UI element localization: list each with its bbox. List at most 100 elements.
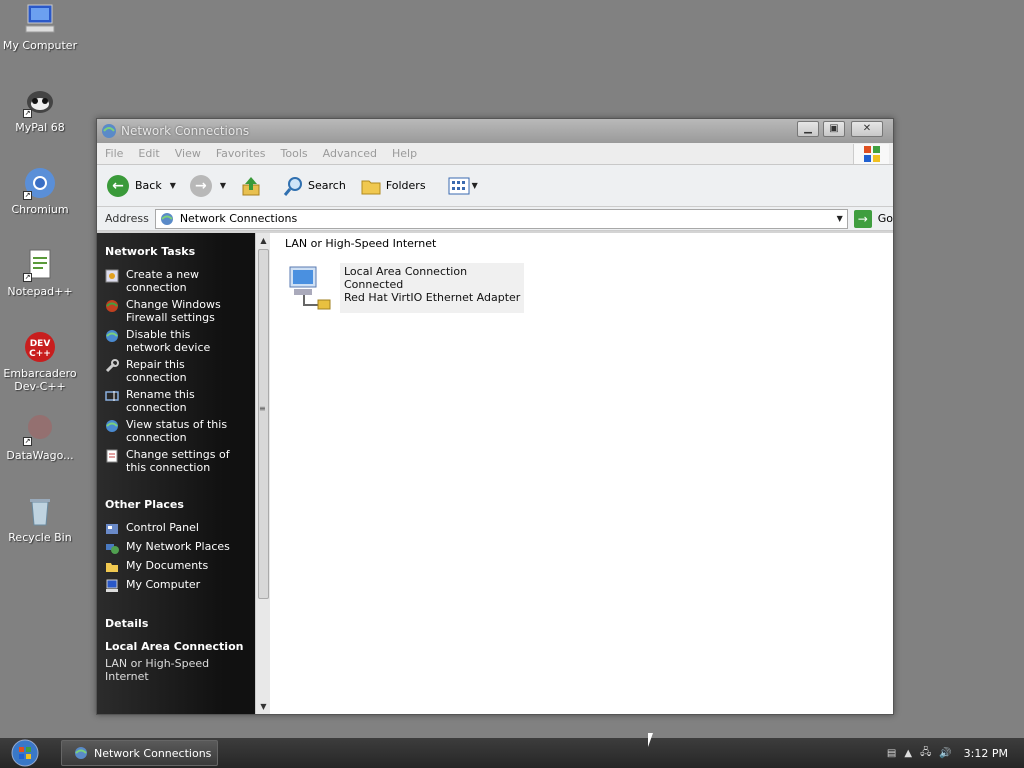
address-bar: Address Network Connections ▼ → Go [97,207,893,231]
settings-document-icon [106,449,118,463]
connection-status: Connected [344,278,404,291]
task-create-connection[interactable]: Create a new connection [105,268,255,294]
place-control-panel[interactable]: Control Panel [105,521,255,536]
place-my-network-places[interactable]: My Network Places [105,540,255,555]
menu-file[interactable]: File [105,147,123,160]
scroll-grip-icon: ≡ [259,404,266,413]
views-button[interactable]: ▼ [448,177,478,195]
desktop-icon-label: Chromium [11,203,69,216]
address-dropdown-icon[interactable]: ▼ [837,214,843,223]
group-header: LAN or High-Speed Internet [285,237,437,250]
desktop-icon-chromium[interactable]: ↗ Chromium [0,166,80,216]
windows-logo-icon [853,144,889,164]
back-dropdown-icon[interactable]: ▼ [170,181,176,190]
desktop-icon-label: DataWago... [6,449,74,462]
show-hidden-icons-icon[interactable]: ▲ [904,748,912,759]
computer-icon [23,2,57,36]
scroll-down-icon[interactable]: ▼ [256,699,271,714]
keyboard-icon[interactable]: ▤ [887,748,896,759]
place-my-computer[interactable]: My Computer [105,578,255,593]
menu-favorites[interactable]: Favorites [216,147,266,160]
go-arrow-icon: → [853,209,872,228]
desktop-icon-label: Notepad++ [7,285,73,298]
taskbar-task-label: Network Connections [94,746,212,760]
network-places-icon [106,544,119,554]
lan-connection-icon [289,266,331,310]
control-panel-icon [106,524,118,534]
menu-edit[interactable]: Edit [138,147,159,160]
close-button[interactable]: ✕ [851,121,883,137]
desktop-icon-label: Recycle Bin [8,531,72,544]
forward-dropdown-icon[interactable]: ▼ [220,181,226,190]
desktop-icon-recycle-bin[interactable]: Recycle Bin [0,494,80,544]
taskbar: Network Connections ▤ ▲ 🖧 🔊 3:12 PM [0,738,1024,768]
documents-folder-icon [106,563,118,572]
task-change-settings[interactable]: Change settings of this connection [105,448,255,474]
desktop-icon-label: MyPal 68 [15,121,65,134]
standard-toolbar: ← Back ▼ → ▼ Search Folders ▼ [97,165,893,207]
clock[interactable]: 3:12 PM [964,747,1008,760]
views-dropdown-icon: ▼ [471,181,478,190]
desktop-icon-mypal[interactable]: ↗ MyPal 68 [0,84,80,134]
menu-view[interactable]: View [175,147,201,160]
minimize-button[interactable]: ▁ [797,121,819,137]
place-my-documents[interactable]: My Documents [105,559,255,574]
scroll-thumb[interactable] [258,249,269,599]
folders-icon [361,180,381,194]
task-pane: Network Tasks Create a new connection Ch… [97,233,255,714]
back-button[interactable]: ← Back ▼ [107,174,176,197]
other-places-header[interactable]: Other Places [105,498,255,511]
desktop-icon-label: My Computer [2,39,78,52]
details-connection-name: Local Area Connection [105,640,244,653]
taskbar-network-connections[interactable]: Network Connections [61,740,218,766]
start-button[interactable] [8,738,42,768]
task-rename-connection[interactable]: Rename this connection [105,388,255,414]
network-connections-icon [160,212,173,225]
task-disable-device[interactable]: Disable this network device [105,328,255,354]
menu-advanced[interactable]: Advanced [323,147,377,160]
go-label: Go [877,212,893,225]
disable-network-icon [106,330,118,342]
network-tasks-header[interactable]: Network Tasks [105,245,255,258]
mouse-cursor-icon [648,733,658,747]
maximize-button[interactable]: ▣ [823,121,845,137]
desktop-icon-label: Embarcadero Dev-C++ [3,367,77,393]
up-folder-button[interactable] [240,175,262,197]
menu-bar: File Edit View Favorites Tools Advanced … [97,143,893,165]
desktop-icon-notepadpp[interactable]: ↗ Notepad++ [0,248,80,298]
task-view-status[interactable]: View status of this connection [105,418,255,444]
address-label: Address [105,212,149,225]
search-button[interactable]: Search [282,175,346,197]
scroll-up-icon[interactable]: ▲ [256,233,271,248]
back-label: Back [135,179,162,192]
shortcut-arrow-icon: ↗ [23,437,32,446]
computer-icon [106,579,118,592]
network-tray-icon[interactable]: 🖧 [920,745,931,762]
menu-help[interactable]: Help [392,147,417,160]
task-repair-connection[interactable]: Repair this connection [105,358,255,384]
folders-label: Folders [385,179,426,192]
details-header[interactable]: Details [105,617,255,630]
menu-tools[interactable]: Tools [281,147,308,160]
go-button[interactable]: → Go [853,209,893,228]
desktop-icon-my-computer[interactable]: My Computer [0,2,80,52]
views-icon [448,177,470,194]
task-firewall-settings[interactable]: Change Windows Firewall settings [105,298,255,324]
address-input[interactable]: Network Connections ▼ [154,208,848,229]
volume-icon[interactable]: 🔊 [939,748,951,759]
shortcut-arrow-icon: ↗ [23,273,32,282]
shortcut-arrow-icon: ↗ [23,191,32,200]
desktop-icon-datawago[interactable]: ↗ DataWago... [0,412,80,462]
window-titlebar[interactable]: Network Connections ▁ ▣ ✕ [97,119,893,143]
forward-button[interactable]: → ▼ [189,174,226,197]
connection-name: Local Area Connection [344,265,468,278]
network-connections-icon [102,124,116,138]
firewall-icon [106,300,118,312]
folders-button[interactable]: Folders [360,175,426,197]
local-area-connection-item[interactable]: Local Area Connection Connected Red Hat … [284,263,525,313]
status-icon [106,420,118,432]
svg-text:C++: C++ [29,349,51,359]
notepad-icon: ↗ [23,248,57,282]
taskpane-scrollbar[interactable]: ▲ ≡ ▼ [255,233,270,714]
desktop-icon-devcpp[interactable]: DEV C++ Embarcadero Dev-C++ [0,330,80,393]
